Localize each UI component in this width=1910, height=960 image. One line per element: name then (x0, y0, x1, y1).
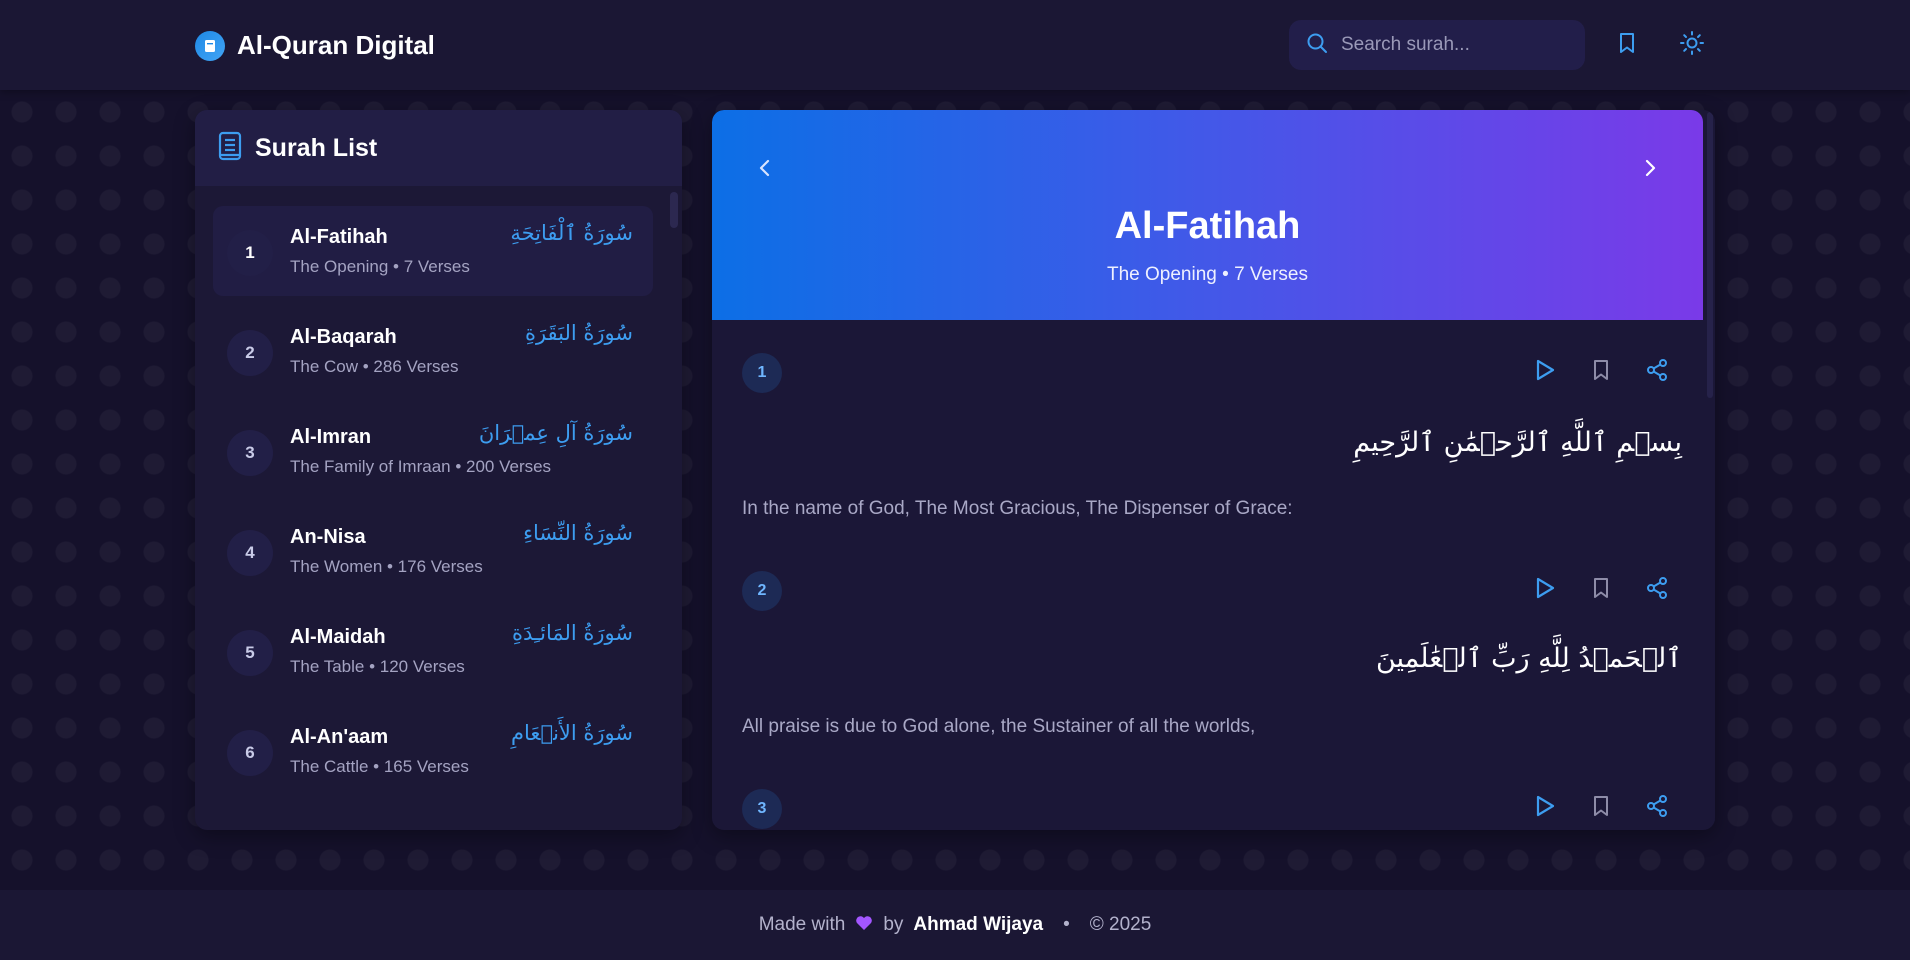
next-surah-button[interactable] (1635, 150, 1665, 190)
surah-arabic-name: سُورَةُ آلِ عِمۡرَانَ (478, 421, 633, 445)
share-icon (1645, 358, 1669, 387)
chevron-right-icon (1643, 158, 1657, 183)
surah-name: An-Nisa (290, 526, 366, 548)
verse-1: 1 بِسۡمِ ٱللَّهِ ٱلرَّحۡمَٰنِ ٱلرَّحِيمِ… (742, 353, 1682, 553)
surah-arabic-name: سُورَةُ البَقَرَةِ (524, 321, 633, 345)
surah-meta: The Opening • 7 Verses (290, 257, 470, 276)
surah-list: 1 Al-Fatihah The Opening • 7 Verses سُور… (213, 206, 653, 806)
surah-name: Al-Fatihah (290, 226, 388, 248)
share-icon (1645, 576, 1669, 605)
footer-by: by (883, 914, 904, 935)
detail-scrollbar-track (1705, 110, 1715, 830)
surah-arabic-name: سُورَةُ النِّسَاءِ (523, 521, 633, 545)
surah-arabic-name: سُورَةُ الأَنۡعَامِ (510, 721, 633, 745)
share-icon (1645, 794, 1669, 823)
bookmark-verse-button[interactable] (1586, 575, 1616, 605)
footer-copyright: © 2025 (1089, 914, 1152, 935)
surah-meta: The Cattle • 165 Verses (290, 757, 469, 776)
bookmarks-button[interactable] (1612, 30, 1642, 60)
search-box[interactable] (1289, 20, 1585, 70)
surah-subtitle: The Opening • 7 Verses (1107, 264, 1308, 285)
verse-3: 3 (742, 789, 1682, 830)
surah-meta: The Family of Imraan • 200 Verses (290, 457, 552, 476)
verse-actions (1530, 357, 1672, 387)
surah-meta: The Women • 176 Verses (290, 557, 483, 576)
verse-translation: All praise is due to God alone, the Sust… (742, 716, 1256, 737)
footer-made-with: Made with (758, 914, 846, 935)
footer-separator: • (1063, 914, 1070, 935)
list-book-icon (217, 131, 243, 166)
surah-item-an-nisa[interactable]: 4 An-Nisa The Women • 176 Verses سُورَةُ… (213, 506, 653, 596)
bookmark-icon (1616, 31, 1638, 60)
surah-list-panel: Surah List 1 Al-Fatihah The Opening • 7 … (195, 110, 682, 830)
heart-icon (855, 915, 873, 936)
surah-number: 1 (227, 230, 273, 276)
bookmark-verse-button[interactable] (1586, 357, 1616, 387)
sun-icon (1679, 30, 1705, 61)
surah-name: Al-Imran (290, 426, 372, 448)
surah-detail-panel: Al-Fatihah The Opening • 7 Verses 1 بِسۡ… (712, 110, 1715, 830)
surah-number: 5 (227, 630, 273, 676)
surah-list-header: Surah List (195, 110, 682, 186)
search-icon (1305, 31, 1329, 60)
play-icon (1535, 795, 1555, 822)
verse-number: 2 (742, 571, 782, 611)
previous-surah-button[interactable] (750, 150, 780, 190)
surah-meta: The Cow • 286 Verses (290, 357, 459, 376)
surah-title: Al-Fatihah (1114, 205, 1301, 247)
surah-number: 2 (227, 330, 273, 376)
surah-item-al-fatihah[interactable]: 1 Al-Fatihah The Opening • 7 Verses سُور… (213, 206, 653, 296)
top-navbar: Al-Quran Digital (0, 0, 1910, 90)
footer: Made with by Ahmad Wijaya • © 2025 (0, 890, 1910, 960)
surah-arabic-name: سُورَةُ ٱلْفَاتِحَةِ (510, 221, 633, 245)
surah-item-al-maidah[interactable]: 5 Al-Maidah The Table • 120 Verses سُورَ… (213, 606, 653, 696)
surah-name: Al-An'aam (290, 726, 389, 748)
theme-toggle-button[interactable] (1677, 30, 1707, 60)
verse-actions (1530, 793, 1672, 823)
verse-arabic: بِسۡمِ ٱللَّهِ ٱلرَّحۡمَٰنِ ٱلرَّحِيمِ (1353, 427, 1682, 458)
surah-list-title: Surah List (255, 133, 378, 162)
play-icon (1535, 577, 1555, 604)
verse-actions (1530, 575, 1672, 605)
verse-number: 1 (742, 353, 782, 393)
surah-number: 6 (227, 730, 273, 776)
surah-number: 3 (227, 430, 273, 476)
surah-item-al-baqarah[interactable]: 2 Al-Baqarah The Cow • 286 Verses سُورَة… (213, 306, 653, 396)
bookmark-icon (1592, 359, 1610, 386)
verse-arabic: ٱلۡحَمۡدُ لِلَّهِ رَبِّ ٱلۡعَٰلَمِينَ (1375, 643, 1682, 674)
surah-item-al-anaam[interactable]: 6 Al-An'aam The Cattle • 165 Verses سُور… (213, 706, 653, 796)
bookmark-verse-button[interactable] (1586, 793, 1616, 823)
app-title: Al-Quran Digital (237, 30, 435, 60)
verse-2: 2 ٱلۡحَمۡدُ لِلَّهِ رَبِّ ٱلۡعَٰلَمِينَ … (742, 571, 1682, 771)
bookmark-icon (1592, 577, 1610, 604)
detail-scrollbar[interactable] (1707, 112, 1713, 398)
verse-translation: In the name of God, The Most Gracious, T… (742, 498, 1293, 519)
sidebar-scrollbar[interactable] (670, 192, 678, 228)
share-verse-button[interactable] (1642, 793, 1672, 823)
play-icon (1535, 359, 1555, 386)
surah-meta: The Table • 120 Verses (290, 657, 465, 676)
surah-item-al-imran[interactable]: 3 Al-Imran The Family of Imraan • 200 Ve… (213, 406, 653, 496)
quran-book-icon (195, 30, 225, 61)
footer-author[interactable]: Ahmad Wijaya (913, 914, 1043, 936)
surah-name: Al-Maidah (290, 626, 386, 648)
play-verse-button[interactable] (1530, 575, 1560, 605)
surah-hero-banner: Al-Fatihah The Opening • 7 Verses (712, 110, 1703, 320)
share-verse-button[interactable] (1642, 575, 1672, 605)
surah-arabic-name: سُورَةُ المَائـِدَةِ (511, 621, 633, 645)
play-verse-button[interactable] (1530, 793, 1560, 823)
chevron-left-icon (758, 158, 772, 183)
verse-number: 3 (742, 789, 782, 829)
brand[interactable]: Al-Quran Digital (195, 30, 435, 61)
search-input[interactable] (1341, 34, 1571, 56)
share-verse-button[interactable] (1642, 357, 1672, 387)
play-verse-button[interactable] (1530, 357, 1560, 387)
surah-number: 4 (227, 530, 273, 576)
surah-name: Al-Baqarah (290, 326, 397, 348)
bookmark-icon (1592, 795, 1610, 822)
